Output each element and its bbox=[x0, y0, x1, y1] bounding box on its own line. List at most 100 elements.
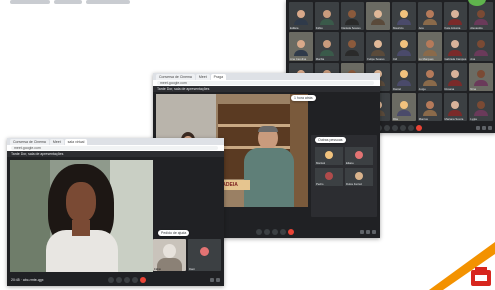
participant-name: Cid bbox=[393, 56, 398, 61]
participant-body bbox=[474, 19, 489, 26]
participant-face bbox=[477, 70, 486, 79]
info-icon[interactable] bbox=[476, 125, 480, 130]
participant-face bbox=[374, 40, 383, 49]
captions-button[interactable] bbox=[123, 277, 130, 283]
brand-crest-top bbox=[475, 267, 487, 271]
participant-tile: Jorge bbox=[417, 62, 442, 91]
url-text[interactable]: meet.google.com bbox=[11, 146, 218, 150]
notification-chip: 1 hora atrás bbox=[291, 95, 316, 101]
participant-body bbox=[448, 19, 463, 26]
browser-tab[interactable]: Meet bbox=[49, 139, 64, 145]
camera-button[interactable] bbox=[263, 229, 270, 235]
participant-tile: Felipe Soares bbox=[366, 32, 390, 61]
participant-face bbox=[451, 100, 460, 109]
leave-call-button[interactable] bbox=[139, 277, 146, 283]
chat-icon[interactable] bbox=[372, 230, 376, 234]
participant-tile: Fábio bbox=[153, 239, 186, 271]
browser-tab[interactable]: Meet bbox=[195, 74, 210, 80]
people-icon[interactable] bbox=[366, 230, 370, 234]
participant-body bbox=[422, 19, 437, 26]
participant-name: Mariana Souza bbox=[444, 117, 464, 121]
participant-name: Lu Marques bbox=[418, 56, 434, 61]
brand-crest-inner bbox=[475, 275, 487, 281]
chat-icon[interactable] bbox=[488, 125, 492, 130]
participant-face bbox=[374, 9, 383, 18]
participant-body bbox=[474, 110, 489, 116]
participant-face bbox=[399, 100, 408, 109]
participant-name: Rosana bbox=[444, 86, 455, 91]
leave-call-button[interactable] bbox=[416, 124, 423, 131]
participant-name: Ana Carolina bbox=[290, 56, 307, 61]
participant-name: Edileia bbox=[290, 26, 299, 31]
participant-name: Pedro bbox=[316, 182, 324, 186]
participant-body bbox=[396, 110, 411, 116]
participant-tile: Mariana Souza bbox=[443, 92, 468, 121]
participant-face bbox=[425, 70, 434, 79]
participant-tile: Marisol bbox=[315, 147, 343, 165]
browser-tab[interactable]: Conversa de Cinema bbox=[10, 139, 49, 145]
info-icon[interactable] bbox=[210, 278, 214, 282]
mic-button[interactable] bbox=[107, 277, 114, 283]
participant-face bbox=[425, 9, 434, 18]
info-icon[interactable] bbox=[360, 230, 364, 234]
browser-tab[interactable]: Praga bbox=[210, 74, 227, 80]
participant-face bbox=[296, 40, 305, 49]
participant-name: Dani bbox=[189, 267, 195, 271]
participant-name: Gabriela Campos bbox=[444, 56, 467, 61]
participant-name: Nina bbox=[470, 86, 477, 91]
captions-button[interactable] bbox=[271, 229, 278, 235]
participant-face bbox=[451, 9, 460, 18]
participant-tile: Eliane bbox=[345, 147, 373, 165]
participants-panel: Outras pessoas Marisol Eliane Pedro Dulc… bbox=[311, 135, 377, 217]
participant-name: Marisol bbox=[316, 161, 326, 165]
participant-tile bbox=[366, 2, 390, 31]
participant-body bbox=[448, 110, 463, 116]
participant-name: Dulce Ferraz bbox=[346, 182, 363, 186]
mic-button[interactable] bbox=[255, 229, 262, 235]
leave-call-button[interactable] bbox=[287, 229, 294, 235]
participant-name: Ana bbox=[470, 56, 476, 61]
institution-logo-icon bbox=[429, 242, 495, 290]
participant-tile: Lu Marques bbox=[417, 32, 442, 61]
browser-tab[interactable]: Conversa de Cinema bbox=[156, 74, 195, 80]
participant-face bbox=[399, 40, 408, 49]
participant-name: Felipe Soares bbox=[367, 56, 385, 61]
meeting-title: Tarde Dor, sala de apresentações bbox=[7, 151, 224, 157]
present-button[interactable] bbox=[279, 229, 286, 235]
camera-button[interactable] bbox=[115, 277, 122, 283]
participant-name: Alexandre bbox=[470, 26, 483, 31]
participant-body bbox=[474, 49, 489, 56]
people-icon[interactable] bbox=[482, 125, 486, 130]
participant-name: Rita bbox=[393, 117, 398, 121]
present-button[interactable] bbox=[400, 124, 407, 131]
participant-tile: Gabriela Campos bbox=[443, 32, 468, 61]
participant-name: Ana bbox=[418, 26, 424, 31]
participant-name: Kate Antonia bbox=[444, 26, 461, 31]
singer-neck bbox=[72, 220, 90, 236]
camera-button[interactable] bbox=[384, 124, 391, 131]
participant-tile: Ana Carolina bbox=[289, 32, 313, 61]
more-options-button[interactable] bbox=[408, 124, 415, 131]
participant-tile: Daniel bbox=[392, 62, 416, 91]
browser-tab[interactable]: sala virtual bbox=[64, 139, 88, 145]
participant-tile: Dani bbox=[188, 239, 221, 271]
meeting-time: 20:45 · abc-rmte-qgx bbox=[11, 278, 44, 282]
participant-tile: Fábio bbox=[314, 2, 339, 31]
participant-tile: Nina bbox=[469, 62, 493, 91]
participant-face bbox=[322, 40, 331, 49]
people-icon[interactable] bbox=[216, 278, 220, 282]
present-button[interactable] bbox=[131, 277, 138, 283]
participant-body bbox=[319, 49, 334, 56]
participant-body bbox=[293, 19, 308, 26]
browser-tabbar: Conversa de Cinema Meet Praga bbox=[153, 73, 380, 80]
participant-body bbox=[371, 19, 386, 26]
captions-button[interactable] bbox=[392, 124, 399, 131]
participant-tile: Ana bbox=[469, 32, 493, 61]
url-text[interactable]: meet.google.com bbox=[157, 81, 374, 85]
panel-header: Outras pessoas bbox=[315, 137, 346, 143]
participant-body bbox=[422, 79, 437, 86]
participant-body bbox=[474, 79, 489, 86]
participant-tile: Pedro bbox=[315, 168, 343, 186]
participant-body bbox=[293, 49, 308, 56]
participant-face bbox=[425, 100, 434, 109]
